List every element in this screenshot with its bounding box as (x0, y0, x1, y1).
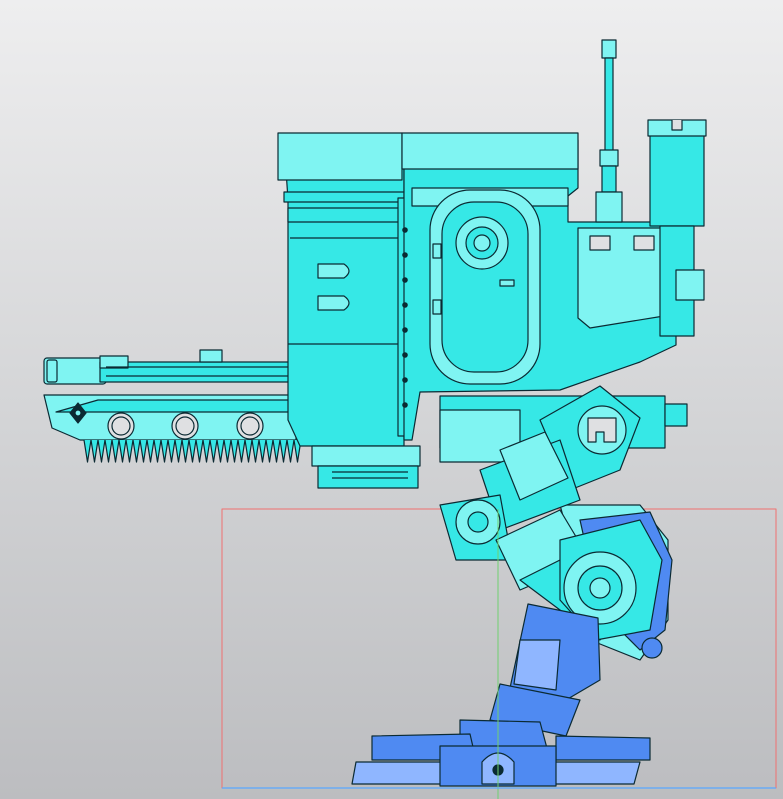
rivet (402, 277, 408, 283)
walker-mech-model[interactable] (0, 0, 783, 799)
side-cannon[interactable] (43, 349, 302, 463)
rivet (402, 302, 408, 308)
torso-underplate (311, 445, 421, 489)
rivet (402, 352, 408, 358)
rivet (402, 227, 408, 233)
rivet (402, 377, 408, 383)
antenna-mast[interactable] (595, 39, 623, 223)
hatch-door[interactable] (429, 189, 541, 385)
cad-3d-viewport[interactable] (0, 0, 783, 799)
rivet (402, 252, 408, 258)
rivet (402, 402, 408, 408)
rivet (402, 327, 408, 333)
